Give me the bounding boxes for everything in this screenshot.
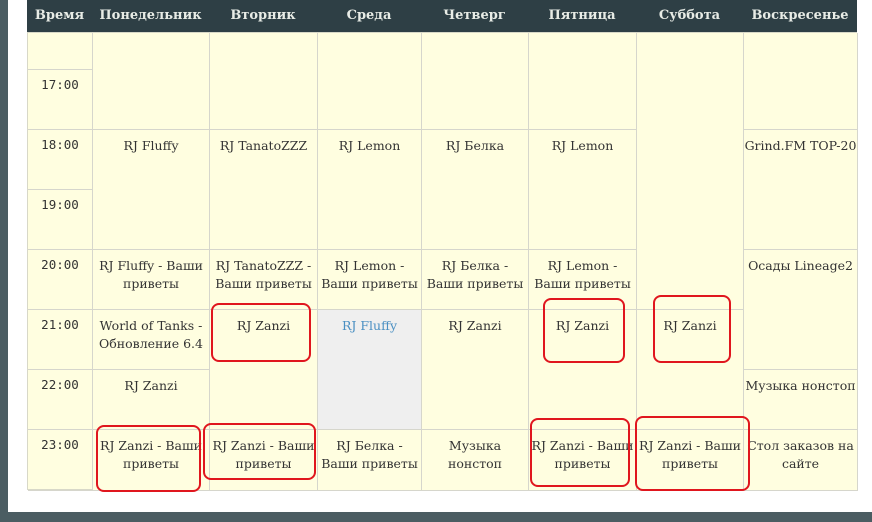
header-thursday: Четверг (443, 8, 506, 23)
time-slot-2300: 23:00 (28, 430, 93, 491)
time-slot-2200: 22:00 (28, 370, 93, 430)
highlight-mark (635, 416, 750, 491)
schedule-cell-thu-2100[interactable]: RJ Zanzi (422, 310, 529, 430)
schedule-header: Время Понедельник Вторник Среда Четверг … (27, 0, 857, 32)
schedule-cell-sun-2200[interactable]: Музыка нонстоп (744, 370, 858, 430)
schedule-cell-empty (210, 33, 318, 130)
header-wednesday: Среда (346, 8, 392, 23)
schedule-cell-thu-1800[interactable]: RJ Белка (422, 130, 529, 250)
schedule-cell-empty (318, 33, 422, 130)
schedule-cell-empty (93, 33, 210, 130)
highlight-mark (203, 423, 316, 480)
header-saturday: Суббота (658, 8, 721, 23)
header-tuesday: Вторник (230, 8, 296, 23)
time-slot-1800: 18:00 (28, 130, 93, 190)
schedule-cell-mon-2100[interactable]: World of Tanks - Обновление 6.4 (93, 310, 210, 370)
time-slot-2100: 21:00 (28, 310, 93, 370)
schedule-cell-wed-2000[interactable]: RJ Lemon - Ваши приветы (318, 250, 422, 310)
header-friday: Пятница (548, 8, 616, 23)
highlight-mark (96, 425, 201, 492)
highlight-mark (211, 303, 311, 362)
schedule-cell-thu-2000[interactable]: RJ Белка - Ваши приветы (422, 250, 529, 310)
time-slot-1900: 19:00 (28, 190, 93, 250)
header-sunday: Воскресенье (751, 8, 849, 23)
schedule-cell-empty (744, 33, 858, 130)
schedule-cell-empty (637, 33, 744, 310)
header-monday: Понедельник (99, 8, 202, 23)
schedule-cell-tue-1800[interactable]: RJ TanatoZZZ (210, 130, 318, 250)
schedule-cell-wed-1800[interactable]: RJ Lemon (318, 130, 422, 250)
schedule-cell-wed-2300[interactable]: RJ Белка - Ваши приветы (318, 430, 422, 491)
schedule-cell-thu-2300[interactable]: Музыка нонстоп (422, 430, 529, 491)
schedule-cell-empty (422, 33, 529, 130)
time-slot-2000: 20:00 (28, 250, 93, 310)
schedule-cell-sun-1800[interactable]: Grind.FM TOP-20 (744, 130, 858, 250)
schedule-cell-empty (529, 33, 637, 130)
highlight-mark (653, 295, 731, 363)
time-slot-blank (28, 33, 93, 70)
header-time: Время (34, 8, 85, 23)
highlight-mark (543, 298, 625, 363)
schedule-cell-fri-1800[interactable]: RJ Lemon (529, 130, 637, 250)
highlight-mark (530, 418, 630, 487)
time-slot-1700: 17:00 (28, 70, 93, 130)
schedule-cell-mon-1800[interactable]: RJ Fluffy (93, 130, 210, 250)
schedule-cell-sun-2000[interactable]: Осады Lineage2 (744, 250, 858, 370)
schedule-cell-tue-2000[interactable]: RJ TanatoZZZ - Ваши приветы (210, 250, 318, 310)
page-background-strip (0, 512, 872, 522)
schedule-cell-wed-2100-link[interactable]: RJ Fluffy (318, 310, 422, 430)
schedule-cell-mon-2000[interactable]: RJ Fluffy - Ваши приветы (93, 250, 210, 310)
schedule-cell-mon-2200[interactable]: RJ Zanzi (93, 370, 210, 430)
schedule-cell-sun-2300[interactable]: Стол заказов на сайте (744, 430, 858, 491)
